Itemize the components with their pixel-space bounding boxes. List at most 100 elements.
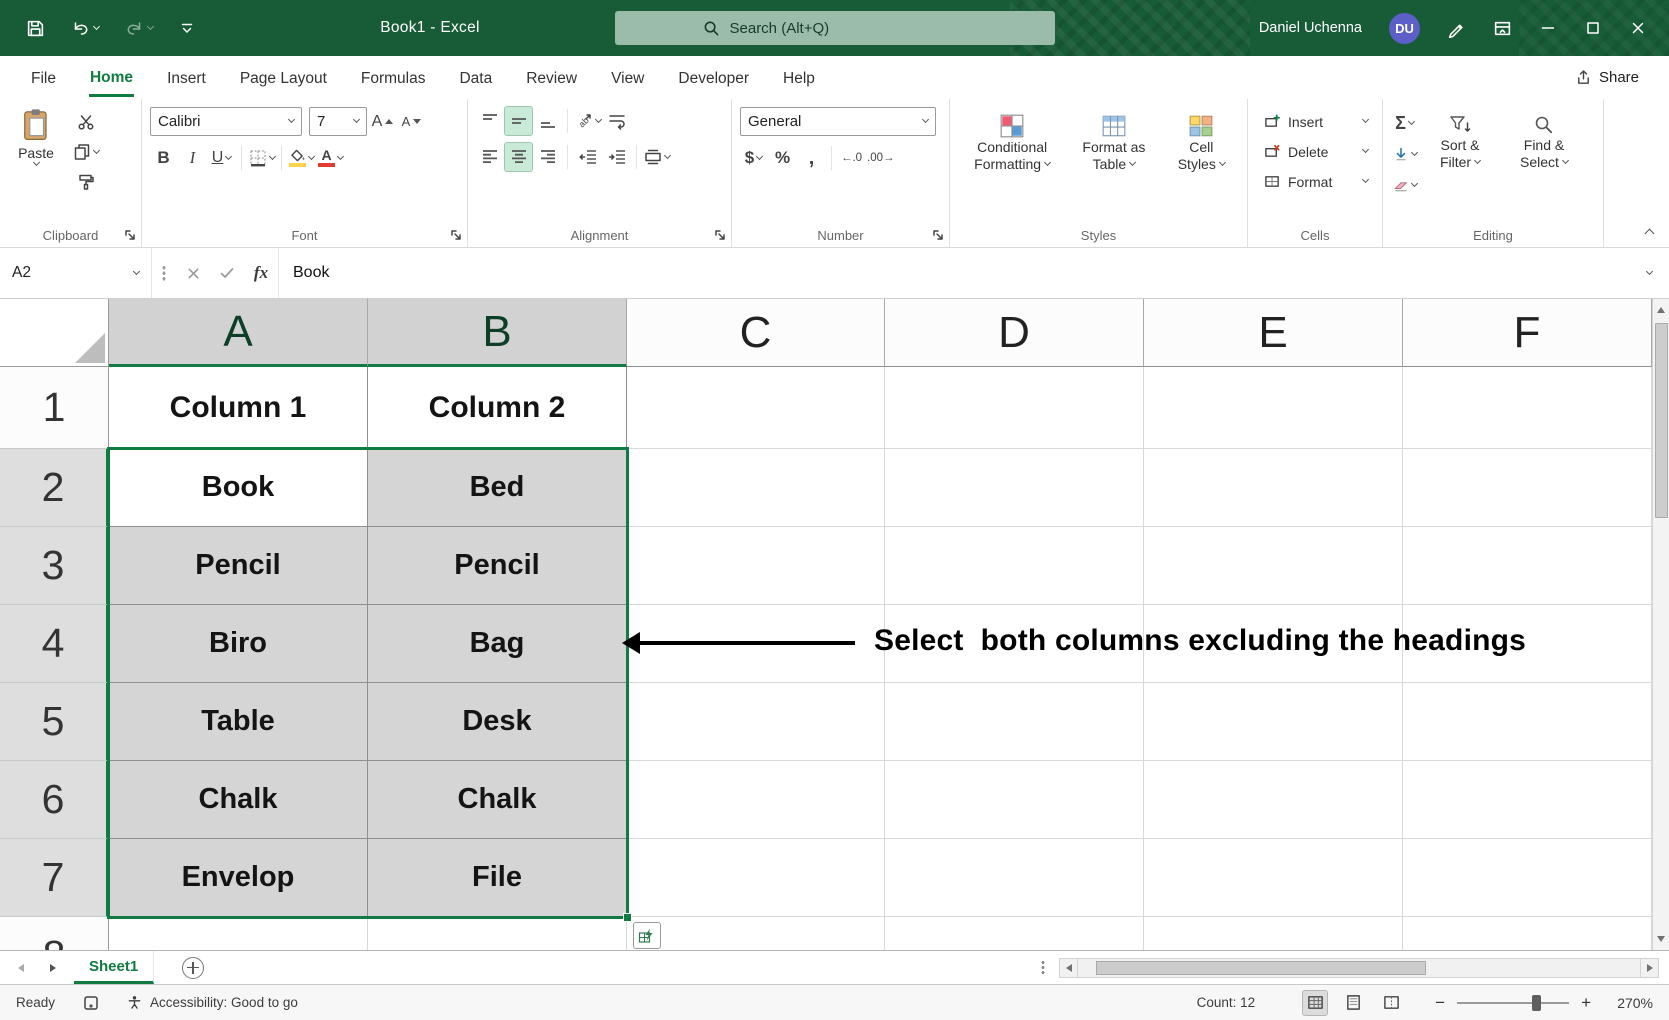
row-header-7[interactable]: 7 [0, 839, 109, 917]
font-name-select[interactable]: Calibri [150, 107, 302, 136]
normal-view-icon[interactable] [1303, 991, 1327, 1015]
find-select-button[interactable]: Find & Select [1502, 107, 1586, 199]
accounting-format-icon[interactable]: $ [740, 144, 767, 172]
cell-E5[interactable] [1144, 683, 1403, 761]
cell-C6[interactable] [627, 761, 885, 839]
redo-icon[interactable] [125, 19, 153, 37]
maximize-icon[interactable] [1584, 19, 1602, 37]
cell-E3[interactable] [1144, 527, 1403, 605]
vertical-scroll-thumb[interactable] [1655, 323, 1668, 518]
cut-icon[interactable] [72, 108, 99, 136]
vertical-scrollbar[interactable] [1652, 299, 1669, 950]
add-sheet-button[interactable] [182, 957, 204, 979]
sheet-tab-sheet1[interactable]: Sheet1 [74, 951, 154, 984]
cell-styles-button[interactable]: Cell Styles [1178, 107, 1225, 173]
cell-D1[interactable] [885, 367, 1144, 449]
customize-qat-icon[interactable] [179, 20, 195, 36]
cell-B3[interactable]: Pencil [368, 527, 627, 605]
cell-D2[interactable] [885, 449, 1144, 527]
minimize-icon[interactable] [1539, 19, 1557, 37]
zoom-out-button[interactable]: − [1435, 993, 1445, 1013]
font-color-icon[interactable]: A [317, 144, 344, 172]
scroll-left-icon[interactable] [1059, 958, 1078, 978]
zoom-slider[interactable] [1457, 1002, 1569, 1004]
share-button[interactable]: Share [1565, 56, 1669, 99]
comma-style-icon[interactable]: , [798, 144, 825, 172]
cell-D5[interactable] [885, 683, 1144, 761]
align-bottom-icon[interactable] [534, 107, 561, 135]
cell-A6[interactable]: Chalk [109, 761, 368, 839]
cell-A3[interactable]: Pencil [109, 527, 368, 605]
cell-B2[interactable]: Bed [368, 449, 627, 527]
zoom-slider-thumb[interactable] [1532, 995, 1541, 1011]
cell-A1[interactable]: Column 1 [109, 367, 368, 449]
format-cells-button[interactable]: Format [1256, 168, 1376, 195]
cell-A2[interactable]: Book [109, 449, 368, 527]
accessibility-status[interactable]: Accessibility: Good to go [127, 995, 298, 1010]
undo-dropdown-icon[interactable] [93, 22, 100, 29]
increase-decimal-icon[interactable]: ←.0 [838, 144, 865, 172]
cell-B6[interactable]: Chalk [368, 761, 627, 839]
cell-A8[interactable] [109, 917, 368, 950]
underline-button[interactable]: U [208, 144, 235, 172]
cell-D3[interactable] [885, 527, 1144, 605]
cell-D6[interactable] [885, 761, 1144, 839]
cell-D8[interactable] [885, 917, 1144, 950]
align-middle-icon[interactable] [505, 107, 532, 135]
user-avatar[interactable]: DU [1389, 13, 1420, 44]
column-header-B[interactable]: B [368, 299, 627, 367]
horizontal-scroll-thumb[interactable] [1096, 961, 1426, 975]
paste-button[interactable]: Paste [8, 106, 64, 196]
page-layout-view-icon[interactable] [1341, 991, 1365, 1015]
quick-analysis-button[interactable] [633, 922, 661, 949]
align-left-icon[interactable] [476, 143, 503, 171]
row-header-2[interactable]: 2 [0, 449, 109, 527]
column-header-C[interactable]: C [627, 299, 885, 367]
scroll-right-icon[interactable] [1640, 958, 1659, 978]
cell-E6[interactable] [1144, 761, 1403, 839]
percent-style-icon[interactable]: % [769, 144, 796, 172]
font-dialog-launcher-icon[interactable] [450, 229, 462, 241]
increase-indent-icon[interactable] [603, 143, 630, 171]
tab-file[interactable]: File [14, 56, 73, 99]
bold-button[interactable]: B [150, 144, 177, 172]
cell-C8[interactable] [627, 917, 885, 950]
enter-icon[interactable] [210, 256, 244, 290]
cell-B7[interactable]: File [368, 839, 627, 917]
draw-icon[interactable] [1447, 19, 1466, 38]
font-size-select[interactable]: 7 [309, 107, 367, 136]
cell-E1[interactable] [1144, 367, 1403, 449]
sort-filter-button[interactable]: Sort & Filter [1418, 107, 1502, 199]
page-break-view-icon[interactable] [1379, 991, 1403, 1015]
cell-B1[interactable]: Column 2 [368, 367, 627, 449]
wrap-text-icon[interactable] [603, 107, 630, 135]
cell-A4[interactable]: Biro [109, 605, 368, 683]
tab-view[interactable]: View [594, 56, 661, 99]
cell-A7[interactable]: Envelop [109, 839, 368, 917]
cell-E2[interactable] [1144, 449, 1403, 527]
row-header-8[interactable]: 8 [0, 917, 109, 950]
cell-C3[interactable] [627, 527, 885, 605]
cell-E8[interactable] [1144, 917, 1403, 950]
select-all-corner[interactable] [0, 299, 109, 367]
undo-icon[interactable] [71, 19, 99, 37]
row-header-1[interactable]: 1 [0, 367, 109, 449]
paste-dropdown-icon[interactable] [32, 159, 39, 166]
format-as-table-button[interactable]: Format as Table [1082, 107, 1145, 173]
zoom-level[interactable]: 270% [1601, 995, 1653, 1011]
cell-D7[interactable] [885, 839, 1144, 917]
sheet-nav-right-icon[interactable] [50, 964, 56, 972]
cell-C7[interactable] [627, 839, 885, 917]
insert-cells-button[interactable]: Insert [1256, 108, 1376, 135]
tab-data[interactable]: Data [442, 56, 509, 99]
zoom-in-button[interactable]: + [1581, 993, 1591, 1013]
cell-F3[interactable] [1403, 527, 1652, 605]
row-header-5[interactable]: 5 [0, 683, 109, 761]
copy-icon[interactable] [72, 138, 99, 166]
scroll-up-icon[interactable] [1653, 299, 1669, 321]
search-box[interactable]: Search (Alt+Q) [615, 11, 1055, 45]
cell-C1[interactable] [627, 367, 885, 449]
sheet-nav-left-icon[interactable] [18, 964, 24, 972]
cell-F6[interactable] [1403, 761, 1652, 839]
row-header-4[interactable]: 4 [0, 605, 109, 683]
